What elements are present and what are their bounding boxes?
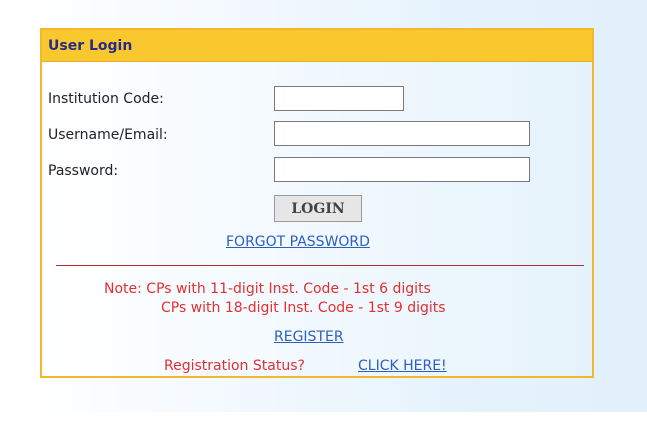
- forgot-password-link[interactable]: FORGOT PASSWORD: [226, 234, 370, 250]
- password-label: Password:: [48, 163, 119, 179]
- username-email-input[interactable]: [274, 121, 530, 146]
- user-login-panel: User Login Institution Code: Username/Em…: [40, 28, 594, 378]
- password-input[interactable]: [274, 157, 530, 182]
- note-line-2: CPs with 18-digit Inst. Code - 1st 9 dig…: [161, 300, 446, 316]
- institution-code-label: Institution Code:: [48, 91, 164, 107]
- login-button[interactable]: LOGIN: [274, 195, 362, 222]
- registration-status-label: Registration Status?: [164, 358, 305, 374]
- username-label: Username/Email:: [48, 127, 168, 143]
- panel-header: User Login: [42, 30, 592, 62]
- institution-code-input[interactable]: [274, 86, 404, 111]
- register-link[interactable]: REGISTER: [274, 329, 344, 345]
- note-line-1: Note: CPs with 11-digit Inst. Code - 1st…: [104, 281, 431, 297]
- panel-title: User Login: [48, 38, 133, 54]
- divider: [56, 265, 584, 266]
- click-here-link[interactable]: CLICK HERE!: [358, 358, 447, 374]
